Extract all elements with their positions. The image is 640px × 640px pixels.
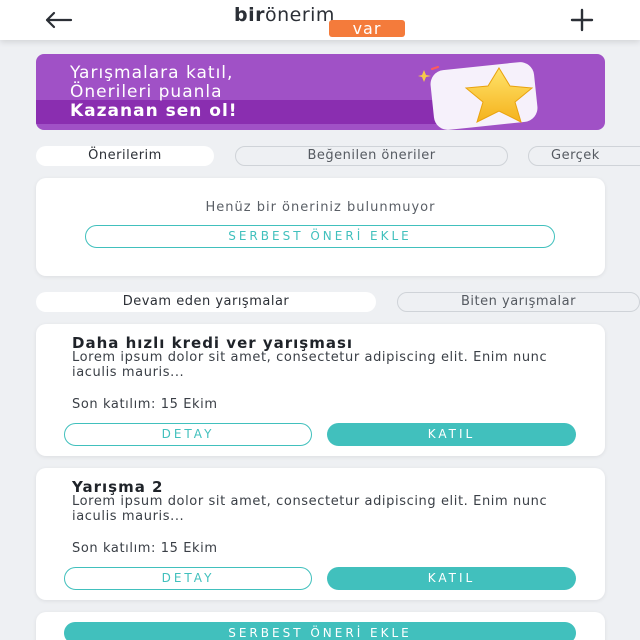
- detail-button[interactable]: DETAY: [64, 567, 312, 590]
- promo-banner[interactable]: Yarışmalara katıl, Önerileri puanla Kaza…: [36, 54, 605, 130]
- add-free-suggestion-cta[interactable]: SERBEST ÖNERİ EKLE: [64, 622, 576, 640]
- sparkle-icon: [418, 66, 439, 82]
- bottom-action-bar: SERBEST ÖNERİ EKLE: [36, 612, 605, 640]
- empty-state-message: Henüz bir öneriniz bulunmuyor: [205, 200, 436, 215]
- join-button[interactable]: KATIL: [327, 423, 576, 446]
- back-button[interactable]: [40, 4, 76, 36]
- banner-line-3: Kazanan sen ol!: [70, 101, 238, 121]
- banner-line-2: Önerileri puanla: [70, 82, 223, 102]
- contest-deadline: Son katılım: 15 Ekim: [72, 397, 218, 412]
- add-button[interactable]: [564, 4, 600, 36]
- contest-description: Lorem ipsum dolor sit amet, consectetur …: [72, 350, 548, 380]
- join-button[interactable]: KATIL: [327, 567, 576, 590]
- add-free-suggestion-button[interactable]: SERBEST ÖNERİ EKLE: [85, 225, 555, 248]
- detail-button[interactable]: DETAY: [64, 423, 312, 446]
- logo-var-badge: var: [329, 20, 405, 37]
- tab-finished-contests[interactable]: Biten yarışmalar: [397, 292, 640, 312]
- contest-card: Daha hızlı kredi ver yarışması Lorem ips…: [36, 324, 605, 456]
- tab-ongoing-contests[interactable]: Devam eden yarışmalar: [36, 292, 376, 312]
- app-header: birönerim var: [0, 0, 640, 40]
- tab-liked-suggestions[interactable]: Beğenilen öneriler: [235, 146, 508, 166]
- plus-icon: [570, 8, 594, 32]
- banner-line-1: Yarışmalara katıl,: [70, 63, 234, 83]
- contest-deadline: Son katılım: 15 Ekim: [72, 541, 218, 556]
- contest-card: Yarışma 2 Lorem ipsum dolor sit amet, co…: [36, 468, 605, 600]
- arrow-left-icon: [45, 11, 73, 29]
- empty-state-card: Henüz bir öneriniz bulunmuyor SERBEST ÖN…: [36, 178, 605, 276]
- tab-realized[interactable]: Gerçek: [528, 146, 640, 166]
- star-icon: [464, 67, 534, 123]
- contest-description: Lorem ipsum dolor sit amet, consectetur …: [72, 494, 548, 524]
- tab-my-suggestions[interactable]: Önerilerim: [36, 146, 214, 166]
- brand-logo: birönerim var: [234, 4, 410, 38]
